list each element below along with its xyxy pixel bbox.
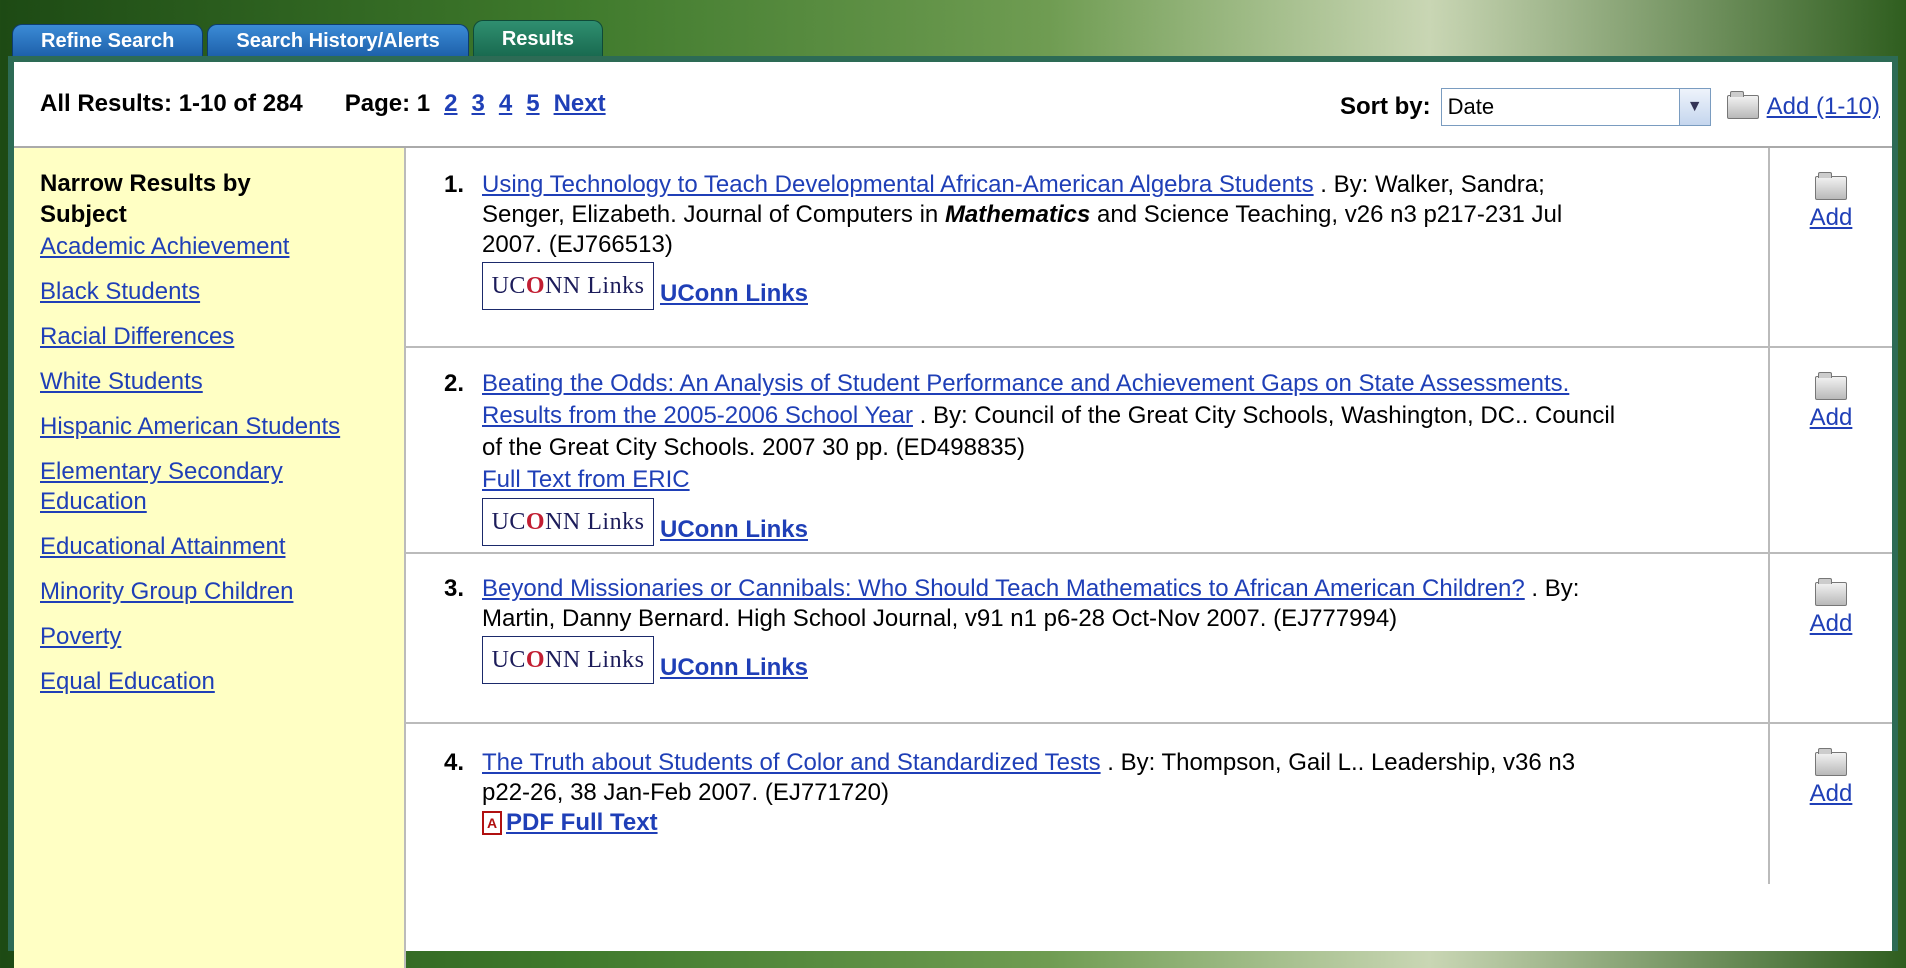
folder-icon[interactable] bbox=[1815, 748, 1847, 776]
result-entry: 1. Using Technology to Teach Development… bbox=[444, 170, 1622, 310]
subject-link-minority-group-children[interactable]: Minority Group Children bbox=[40, 577, 360, 607]
page-link-4[interactable]: 4 bbox=[499, 90, 512, 118]
result-row: 3. Beyond Missionaries or Cannibals: Who… bbox=[406, 554, 1892, 724]
uconn-links: UC O NN Links UConn Links bbox=[482, 498, 1622, 546]
folder-icon[interactable] bbox=[1815, 578, 1847, 606]
pdf-full-text: A PDF Full Text bbox=[482, 808, 1622, 838]
results-list: 1. Using Technology to Teach Development… bbox=[406, 148, 1892, 884]
result-row: 1. Using Technology to Teach Development… bbox=[406, 148, 1892, 348]
result-entry: 3. Beyond Missionaries or Cannibals: Who… bbox=[444, 574, 1622, 684]
pdf-full-text-link[interactable]: PDF Full Text bbox=[506, 808, 658, 838]
results-panel: All Results: 1-10 of 284 Page: 1 2 3 4 5… bbox=[8, 56, 1898, 968]
page-link-3[interactable]: 3 bbox=[472, 90, 485, 118]
uconn-links-logo[interactable]: UC O NN Links bbox=[482, 636, 654, 684]
result-row: 4. The Truth about Students of Color and… bbox=[406, 724, 1892, 884]
folder-icon[interactable] bbox=[1815, 172, 1847, 200]
uconn-links: UC O NN Links UConn Links bbox=[482, 636, 1622, 684]
sort-select-value: Date bbox=[1447, 94, 1495, 119]
add-result-link[interactable]: Add bbox=[1810, 204, 1853, 232]
uconn-links-link[interactable]: UConn Links bbox=[660, 279, 808, 309]
subject-link-racial-differences[interactable]: Racial Differences bbox=[40, 322, 360, 352]
result-number: 2. bbox=[444, 370, 465, 397]
add-column: Add bbox=[1768, 148, 1892, 346]
add-all-link[interactable]: Add (1-10) bbox=[1767, 93, 1880, 121]
result-entry: 4. The Truth about Students of Color and… bbox=[444, 748, 1622, 838]
subject-link-black-students[interactable]: Black Students bbox=[40, 277, 360, 307]
subject-link-educational-attainment[interactable]: Educational Attainment bbox=[40, 532, 360, 562]
results-summary: All Results: 1-10 of 284 bbox=[40, 90, 303, 117]
subject-link-poverty[interactable]: Poverty bbox=[40, 622, 360, 652]
uconn-links: UC O NN Links UConn Links bbox=[482, 262, 1622, 310]
folder-icon[interactable] bbox=[1815, 372, 1847, 400]
sidebar-title: Narrow Results by Subject bbox=[40, 170, 251, 228]
result-entry: 2. Beating the Odds: An Analysis of Stud… bbox=[444, 368, 1622, 546]
add-result-link[interactable]: Add bbox=[1810, 610, 1853, 638]
subject-link-academic-achievement[interactable]: Academic Achievement bbox=[40, 232, 360, 262]
add-result-link[interactable]: Add bbox=[1810, 404, 1853, 432]
add-column: Add bbox=[1768, 554, 1892, 722]
result-title-link[interactable]: Beyond Missionaries or Cannibals: Who Sh… bbox=[482, 575, 1525, 602]
results-toolbar: All Results: 1-10 of 284 Page: 1 2 3 4 5… bbox=[14, 62, 1892, 148]
uconn-links-logo[interactable]: UC O NN Links bbox=[482, 498, 654, 546]
sort-select[interactable]: Date ▼ bbox=[1440, 88, 1711, 126]
uconn-links-link[interactable]: UConn Links bbox=[660, 653, 808, 683]
result-title-link[interactable]: The Truth about Students of Color and St… bbox=[482, 749, 1101, 776]
sort-label: Sort by: bbox=[1339, 93, 1431, 120]
narrow-results-sidebar: Narrow Results by Subject Academic Achie… bbox=[14, 148, 406, 968]
sort-controls: Sort by: Date ▼ Add (1-10) bbox=[1340, 72, 1880, 142]
result-citation-emphasis: Mathematics bbox=[944, 201, 1091, 228]
result-number: 3. bbox=[444, 575, 465, 602]
subject-link-white-students[interactable]: White Students bbox=[40, 367, 360, 397]
pdf-icon[interactable]: A bbox=[482, 811, 502, 835]
add-column: Add bbox=[1768, 724, 1892, 884]
page-link-2[interactable]: 2 bbox=[444, 90, 457, 118]
next-page-link[interactable]: Next bbox=[554, 90, 606, 118]
result-number: 4. bbox=[444, 749, 465, 776]
current-page-label: Page: 1 bbox=[344, 90, 431, 117]
full-text-eric-link[interactable]: Full Text from ERIC bbox=[482, 466, 690, 493]
subject-link-hispanic-american-students[interactable]: Hispanic American Students bbox=[40, 412, 360, 442]
folder-icon[interactable] bbox=[1726, 91, 1759, 119]
chevron-down-icon[interactable]: ▼ bbox=[1678, 89, 1710, 125]
add-result-link[interactable]: Add bbox=[1810, 780, 1853, 808]
tab-search-history[interactable]: Search History/Alerts bbox=[207, 24, 469, 58]
add-all-control: Add (1-10) bbox=[1726, 91, 1880, 121]
page-link-5[interactable]: 5 bbox=[526, 90, 539, 118]
tab-refine-search[interactable]: Refine Search bbox=[12, 24, 204, 58]
pager: Page: 1 2 3 4 5 Next bbox=[345, 90, 606, 118]
subject-link-equal-education[interactable]: Equal Education bbox=[40, 667, 360, 697]
tab-results[interactable]: Results bbox=[472, 20, 604, 58]
result-title-link[interactable]: Using Technology to Teach Developmental … bbox=[482, 171, 1314, 198]
uconn-links-link[interactable]: UConn Links bbox=[660, 514, 808, 546]
add-column: Add bbox=[1768, 348, 1892, 552]
uconn-links-logo[interactable]: UC O NN Links bbox=[482, 262, 654, 310]
result-number: 1. bbox=[444, 171, 465, 198]
subject-link-elementary-secondary-education[interactable]: Elementary Secondary Education bbox=[40, 457, 360, 517]
result-row: 2. Beating the Odds: An Analysis of Stud… bbox=[406, 348, 1892, 554]
tab-bar: Refine Search Search History/Alerts Resu… bbox=[12, 18, 607, 58]
